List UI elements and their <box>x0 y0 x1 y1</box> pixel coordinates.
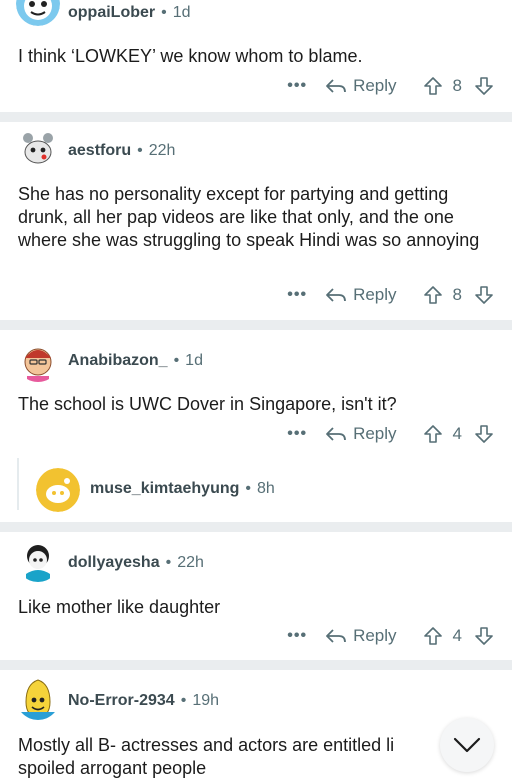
more-options-button[interactable]: ••• <box>287 627 307 645</box>
reply-label: Reply <box>353 76 397 95</box>
timestamp: 19h <box>192 692 220 709</box>
timestamp: 22h <box>148 142 176 159</box>
separator-dot: • <box>180 692 187 709</box>
comment-text: I think ‘LOWKEY’ we know whom to blame. <box>18 46 363 66</box>
username[interactable]: aestforu <box>68 142 131 159</box>
upvote-icon[interactable] <box>423 285 443 305</box>
downvote-icon[interactable] <box>474 626 494 646</box>
comment-separator <box>0 522 512 532</box>
comment-separator <box>0 112 512 122</box>
timestamp: 8h <box>257 480 275 497</box>
comment-meta: dollyayesha • 22h <box>68 554 204 572</box>
comment-text: The school is UWC Dover in Singapore, is… <box>18 394 397 414</box>
snoo-avatar-icon <box>16 538 60 582</box>
timestamp: 1d <box>185 352 203 369</box>
comment: oppaiLober • 1d I think ‘LOWKEY’ we know w… <box>0 0 512 112</box>
comment-actions: ••• Reply 4 <box>287 420 494 448</box>
vote-controls: 4 <box>423 424 494 444</box>
reply-label: Reply <box>353 424 397 443</box>
downvote-icon[interactable] <box>474 285 494 305</box>
reply-button[interactable]: Reply <box>325 76 397 96</box>
separator-dot: • <box>165 554 172 571</box>
avatar[interactable] <box>16 538 60 582</box>
more-options-button[interactable]: ••• <box>287 286 307 304</box>
reply-icon <box>326 79 346 93</box>
username[interactable]: Anabibazon_ <box>68 352 168 369</box>
comment: dollyayesha • 22h Like mother like daughte… <box>0 532 512 660</box>
separator-dot: • <box>161 4 167 21</box>
avatar[interactable] <box>16 128 60 172</box>
downvote-icon[interactable] <box>474 424 494 444</box>
reply-button[interactable]: Reply <box>325 424 397 444</box>
comment-meta: aestforu • 22h <box>68 142 175 160</box>
username[interactable]: dollyayesha <box>68 554 160 571</box>
snoo-avatar-icon <box>16 0 60 26</box>
comment: Anabibazon_ • 1d The school is UWC Dover i… <box>0 330 512 522</box>
vote-controls: 4 <box>423 626 494 646</box>
reply-icon <box>326 288 346 302</box>
comment-meta: No-Error-2934 • 19h <box>68 692 219 710</box>
separator-dot: • <box>173 352 180 369</box>
reply-label: Reply <box>353 285 397 304</box>
snoo-avatar-icon <box>36 468 80 512</box>
snoo-avatar-icon <box>16 338 60 382</box>
more-options-button[interactable]: ••• <box>287 425 307 443</box>
username[interactable]: No-Error-2934 <box>68 692 175 709</box>
comment-text: Mostly all B- actresses and actors are e… <box>18 735 395 778</box>
upvote-icon[interactable] <box>423 424 443 444</box>
avatar[interactable] <box>16 676 60 720</box>
chevron-down-icon <box>453 737 481 753</box>
timestamp: 22h <box>177 554 204 571</box>
snoo-avatar-icon <box>16 128 60 172</box>
vote-count: 4 <box>452 626 462 645</box>
thread-line <box>17 458 19 510</box>
reply-button[interactable]: Reply <box>325 626 397 646</box>
vote-count: 8 <box>452 76 462 95</box>
comment: aestforu • 22h She has no personality exce… <box>0 122 512 320</box>
username[interactable]: muse_kimtaehyung <box>90 480 239 497</box>
comment-separator <box>0 320 512 330</box>
upvote-icon[interactable] <box>423 626 443 646</box>
upvote-icon[interactable] <box>423 76 443 96</box>
avatar[interactable] <box>16 338 60 382</box>
comment-actions: ••• Reply 8 <box>287 281 494 309</box>
comment-separator <box>0 660 512 670</box>
reply-icon <box>326 629 346 643</box>
snoo-avatar-icon <box>16 676 60 720</box>
reply-button[interactable]: Reply <box>325 285 397 305</box>
vote-controls: 8 <box>423 285 494 305</box>
comment-meta: oppaiLober • 1d <box>68 4 191 22</box>
reply-label: Reply <box>353 626 397 645</box>
timestamp: 1d <box>172 4 191 21</box>
downvote-icon[interactable] <box>474 76 494 96</box>
comment-actions: ••• Reply 8 <box>287 72 494 100</box>
avatar[interactable] <box>16 0 60 26</box>
scroll-down-button[interactable] <box>440 718 494 772</box>
more-options-button[interactable]: ••• <box>287 77 307 95</box>
vote-count: 4 <box>452 424 462 443</box>
separator-dot: • <box>137 142 143 159</box>
username[interactable]: oppaiLober <box>68 4 155 21</box>
separator-dot: • <box>245 480 251 497</box>
avatar[interactable] <box>36 468 80 512</box>
comment: No-Error-2934 • 19h Mostly all B- actresse… <box>0 670 512 784</box>
reply-meta: muse_kimtaehyung • 8h <box>90 480 275 498</box>
vote-controls: 8 <box>423 76 494 96</box>
comment-actions: ••• Reply 4 <box>287 622 494 650</box>
comment-meta: Anabibazon_ • 1d <box>68 352 203 370</box>
reply-icon <box>326 427 346 441</box>
comment-text: Like mother like daughter <box>18 597 221 617</box>
vote-count: 8 <box>452 285 462 304</box>
comment-text: She has no personality except for partyi… <box>18 184 480 250</box>
